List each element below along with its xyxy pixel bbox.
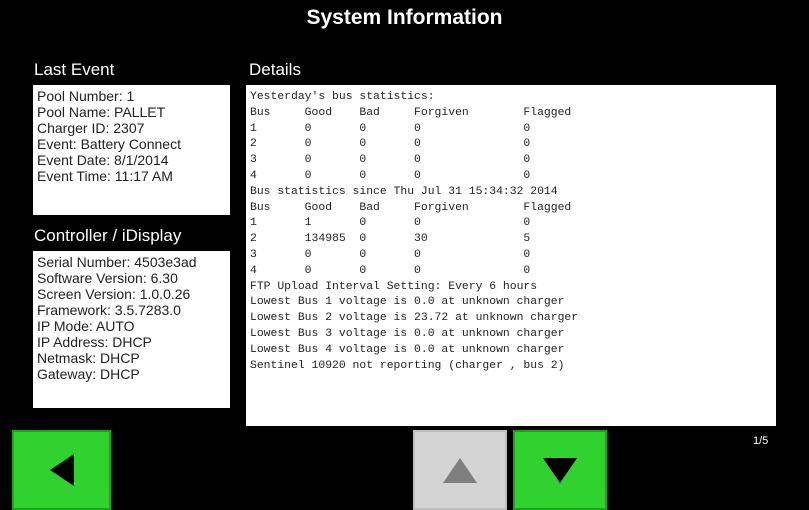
details-line: Lowest Bus 2 voltage is 23.72 at unknown… <box>250 312 579 325</box>
screen-version-line: Screen Version: 1.0.0.26 <box>37 286 191 302</box>
pool-number-line: Pool Number: 1 <box>37 88 135 104</box>
details-line: Yesterday's bus statistics: <box>250 91 435 103</box>
scroll-up-button[interactable] <box>413 430 507 510</box>
scroll-down-button[interactable] <box>513 430 607 510</box>
details-line: 2 134985 0 30 5 <box>250 233 531 246</box>
charger-id-line: Charger ID: 2307 <box>37 120 145 136</box>
controller-heading: Controller / iDisplay <box>34 226 182 245</box>
ip-mode-line: IP Mode: AUTO <box>37 318 135 334</box>
back-button[interactable] <box>12 430 111 510</box>
page-indicator: 1/5 <box>753 435 769 447</box>
event-time-line: Event Time: 11:17 AM <box>37 168 173 184</box>
controller-panel: Serial Number: 4503e3ad Software Version… <box>33 251 230 408</box>
details-line: 4 0 0 0 0 <box>250 264 531 277</box>
left-arrow-icon <box>49 454 74 486</box>
details-line: 3 0 0 0 0 <box>250 154 531 167</box>
framework-line: Framework: 3.5.7283.0 <box>37 302 181 318</box>
gateway-line: Gateway: DHCP <box>37 366 140 382</box>
details-line: FTP Upload Interval Setting: Every 6 hou… <box>250 280 538 293</box>
details-line: Lowest Bus 3 voltage is 0.0 at unknown c… <box>250 327 565 340</box>
serial-number-line: Serial Number: 4503e3ad <box>37 254 197 270</box>
details-line: Sentinel 10920 not reporting (charger , … <box>250 359 565 372</box>
details-heading: Details <box>249 60 301 79</box>
down-arrow-icon <box>543 457 577 483</box>
details-line: 2 0 0 0 0 <box>250 138 531 151</box>
software-version-line: Software Version: 6.30 <box>37 270 178 286</box>
details-line: Lowest Bus 1 voltage is 0.0 at unknown c… <box>250 296 565 309</box>
last-event-heading: Last Event <box>34 60 115 79</box>
details-panel[interactable]: Yesterday's bus statistics: Bus Good Bad… <box>246 85 776 426</box>
up-arrow-icon <box>443 457 477 483</box>
event-line: Event: Battery Connect <box>37 136 181 152</box>
details-line: 1 0 0 0 0 <box>250 122 531 135</box>
page-title: System Information <box>306 6 503 29</box>
last-event-panel: Pool Number: 1 Pool Name: PALLET Charger… <box>33 85 230 215</box>
details-line: 1 1 0 0 0 <box>250 217 531 230</box>
netmask-line: Netmask: DHCP <box>37 350 140 366</box>
details-line: Bus statistics since Thu Jul 31 15:34:32… <box>250 185 558 198</box>
event-date-line: Event Date: 8/1/2014 <box>37 152 169 168</box>
ip-address-line: IP Address: DHCP <box>37 334 152 350</box>
details-line: Bus Good Bad Forgiven Flagged <box>250 106 572 119</box>
details-line: 3 0 0 0 0 <box>250 248 531 261</box>
details-line: 4 0 0 0 0 <box>250 169 531 182</box>
details-line: Lowest Bus 4 voltage is 0.0 at unknown c… <box>250 343 565 356</box>
pool-name-line: Pool Name: PALLET <box>37 104 166 120</box>
details-line: Bus Good Bad Forgiven Flagged <box>250 201 572 214</box>
